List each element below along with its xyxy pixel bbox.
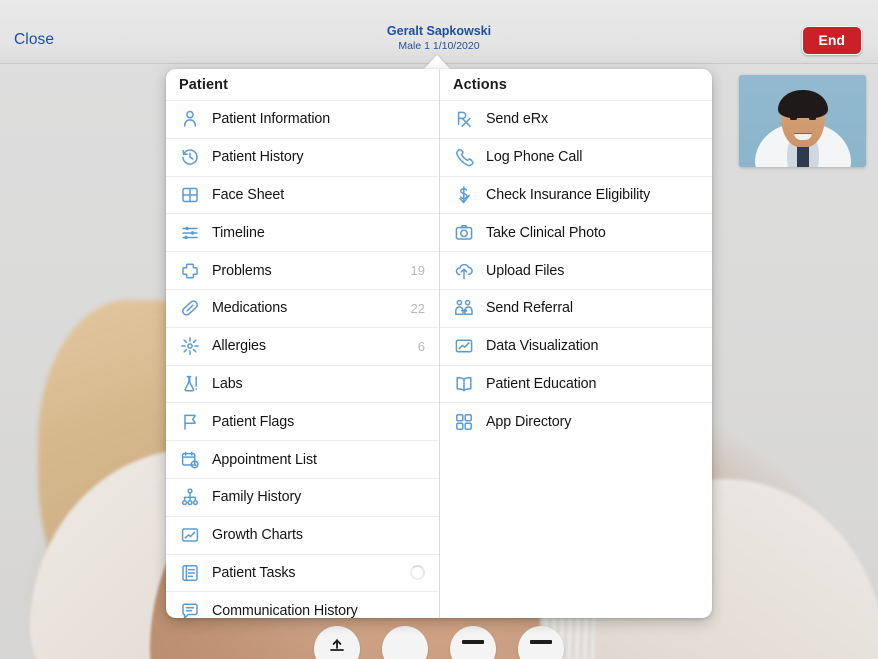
menu-item-label: Take Clinical Photo (486, 224, 606, 241)
patient-name: Geralt Sapkowski (386, 24, 492, 38)
pill-capsule-icon (178, 296, 202, 320)
menu-item-label: Check Insurance Eligibility (486, 186, 651, 203)
menu-item-label: Patient Education (486, 375, 597, 392)
menu-item[interactable]: Patient Education (440, 364, 712, 403)
menu-item[interactable]: Patient Flags (166, 402, 439, 441)
menu-item[interactable]: Communication History (166, 591, 439, 618)
menu-item[interactable]: Medications 22 (166, 288, 439, 327)
menu-item-label: Face Sheet (212, 186, 285, 203)
menu-item[interactable]: Allergies 6 (166, 326, 439, 365)
close-button[interactable]: Close (14, 31, 54, 49)
menu-item[interactable]: Log Phone Call (440, 137, 712, 176)
sliders-timeline-icon (178, 221, 202, 245)
menu-item-label: Data Visualization (486, 338, 599, 355)
menu-item[interactable]: Data Visualization (440, 326, 712, 365)
medical-cross-icon (178, 259, 202, 283)
menu-item-label: App Directory (486, 413, 572, 430)
menu-item-label: Growth Charts (212, 527, 303, 544)
patient-header: Geralt Sapkowski Male 1 1/10/2020 (0, 24, 878, 53)
flag-icon (178, 410, 202, 434)
mute-icon (462, 640, 484, 644)
loading-spinner-icon (410, 565, 425, 581)
menu-item-label: Patient Flags (212, 413, 295, 430)
share-screen-icon (329, 638, 345, 659)
mute-button[interactable] (450, 626, 496, 659)
menu-item-label: Log Phone Call (486, 149, 583, 166)
camera-button[interactable] (518, 626, 564, 659)
self-view-thumbnail[interactable] (739, 75, 866, 167)
menu-item[interactable]: Appointment List (166, 440, 439, 478)
menu-item[interactable]: Labs (166, 364, 439, 403)
dollar-check-icon (452, 183, 476, 207)
menu-item[interactable]: Patient Tasks (166, 553, 439, 592)
menu-item-label: Send Referral (486, 300, 573, 317)
patient-menu-column: Patient Patient Information Patient Histo… (166, 69, 440, 618)
referral-people-icon (452, 296, 476, 320)
menu-item[interactable]: Family History (166, 477, 439, 516)
menu-item[interactable]: Take Clinical Photo (440, 213, 712, 252)
menu-item[interactable]: Patient Information (166, 100, 439, 138)
menu-item-label: Appointment List (212, 451, 317, 468)
menu-item-label: Patient Tasks (212, 564, 296, 581)
menu-item[interactable]: Upload Files (440, 251, 712, 289)
task-list-icon (178, 561, 202, 585)
clock-rewind-icon (178, 145, 202, 169)
menu-item[interactable]: Send Referral (440, 288, 712, 327)
menu-item[interactable]: Problems 19 (166, 251, 439, 289)
video-visit-screen: Close Geralt Sapkowski Male 1 1/10/2020 … (0, 0, 878, 659)
growth-chart-icon (178, 523, 202, 547)
menu-item[interactable]: Check Insurance Eligibility (440, 175, 712, 214)
app-grid-icon (452, 410, 476, 434)
phone-icon (452, 145, 476, 169)
patient-column-title: Patient (166, 69, 439, 100)
menu-item-label: Upload Files (486, 262, 565, 279)
cloud-upload-icon (452, 259, 476, 283)
speech-bubble-icon (178, 599, 202, 618)
self-view-eye-left (790, 117, 797, 120)
patient-meta: Male 1 1/10/2020 (398, 40, 480, 52)
menu-item-label: Family History (212, 489, 302, 506)
menu-item-count: 19 (410, 263, 425, 279)
menu-item-label: Medications (212, 300, 288, 317)
menu-item[interactable]: Timeline (166, 213, 439, 252)
camera-off-icon (530, 640, 552, 644)
patient-menu-list: Patient Information Patient History Face S… (166, 100, 439, 618)
allergy-burst-icon (178, 334, 202, 358)
menu-item-label: Communication History (212, 602, 358, 618)
menu-item-count: 6 (417, 338, 425, 354)
actions-menu-list: Send eRx Log Phone Call Check Insurance El… (440, 100, 712, 441)
menu-item-label: Allergies (212, 338, 266, 355)
person-icon (178, 107, 202, 131)
family-tree-icon (178, 485, 202, 509)
lab-flask-icon (178, 372, 202, 396)
share-screen-button[interactable] (314, 626, 360, 659)
call-controls-bar (0, 617, 878, 659)
menu-item-label: Timeline (212, 224, 265, 241)
menu-item[interactable]: Send eRx (440, 100, 712, 138)
menu-item[interactable]: Patient History (166, 137, 439, 176)
self-view-eye-right (809, 117, 816, 120)
end-call-button[interactable]: End (801, 26, 862, 55)
actions-column-title: Actions (440, 69, 712, 100)
menu-item-label: Problems (212, 262, 272, 279)
menu-item-label: Patient History (212, 149, 304, 166)
menu-item-count: 22 (410, 300, 425, 316)
menu-item-label: Labs (212, 375, 243, 392)
more-options-button[interactable] (382, 626, 428, 659)
camera-icon (452, 221, 476, 245)
menu-item[interactable]: Growth Charts (166, 515, 439, 554)
open-book-icon (452, 372, 476, 396)
rx-prescription-icon (452, 107, 476, 131)
menu-item[interactable]: App Directory (440, 402, 712, 441)
popover-arrow (424, 55, 450, 69)
patient-actions-popover: Patient Patient Information Patient Histo… (166, 69, 712, 618)
actions-menu-column: Actions Send eRx Log Phone Call Check Insu… (440, 69, 712, 618)
calendar-clock-icon (178, 448, 202, 472)
grid-table-icon (178, 183, 202, 207)
menu-item-label: Patient Information (212, 111, 331, 128)
menu-item-label: Send eRx (486, 111, 548, 128)
line-chart-icon (452, 334, 476, 358)
menu-item[interactable]: Face Sheet (166, 175, 439, 214)
